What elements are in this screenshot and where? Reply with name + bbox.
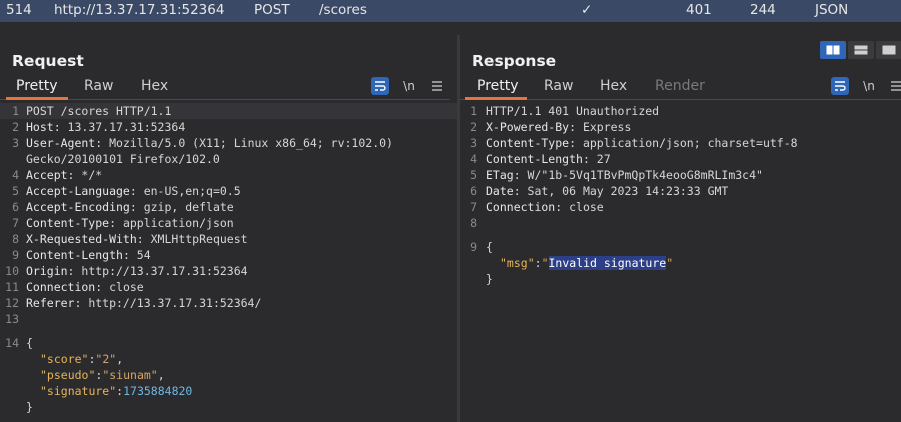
code-line: 8 X-Requested-With: XMLHttpRequest	[12, 232, 248, 246]
newline-toggle-button[interactable]: \n	[860, 77, 878, 95]
json-line: "pseudo":"siunam",	[40, 368, 165, 382]
request-pane: Request Pretty Raw Hex \n 1 POST /scores …	[0, 35, 457, 422]
response-title: Response	[472, 52, 557, 70]
single-pane-icon[interactable]	[876, 41, 901, 59]
code-line: 6 Date: Sat, 06 May 2023 14:23:33 GMT	[470, 184, 729, 198]
split-horizontal-icon[interactable]	[820, 41, 846, 59]
json-line: "msg":"Invalid signature"	[500, 256, 674, 270]
newline-toggle-button[interactable]: \n	[400, 77, 418, 95]
code-line: 3 User-Agent: Mozilla/5.0 (X11; Linux x86…	[12, 136, 393, 150]
code-line: 10 Origin: http://13.37.17.31:52364	[5, 264, 248, 278]
history-host: http://13.37.17.31:52364	[54, 2, 225, 18]
code-line: 13	[5, 312, 19, 326]
request-tab-raw[interactable]: Raw	[84, 78, 113, 94]
code-line: 1 HTTP/1.1 401 Unauthorized	[470, 104, 660, 118]
response-tab-pretty[interactable]: Pretty	[477, 78, 519, 94]
code-line: 4 Accept: */*	[12, 168, 103, 182]
code-line: 2 Host: 13.37.17.31:52364	[12, 120, 186, 134]
wrap-lines-icon[interactable]	[371, 77, 389, 95]
code-line: 5 ETag: W/"1b-5Vq1TBvPmQpTk4eooG8mRLIm3c4…	[470, 168, 763, 182]
history-id: 514	[6, 2, 32, 18]
code-line: 11 Connection: close	[5, 280, 144, 294]
request-active-tab-indicator	[6, 97, 68, 100]
code-line: 4 Content-Length: 27	[470, 152, 611, 166]
json-line: "score":"2",	[40, 352, 124, 366]
response-tab-render[interactable]: Render	[655, 78, 705, 94]
response-active-tab-indicator	[465, 97, 527, 100]
history-mime: JSON	[815, 2, 849, 18]
menu-icon[interactable]	[887, 77, 901, 95]
response-tab-hex[interactable]: Hex	[600, 78, 627, 94]
history-check: ✓	[581, 2, 593, 18]
code-line: 7 Content-Type: application/json	[12, 216, 234, 230]
panel-divider[interactable]	[0, 21, 901, 36]
code-line: 14{	[5, 336, 33, 350]
request-title: Request	[12, 52, 84, 70]
code-line: 9{	[470, 240, 493, 254]
selected-text[interactable]: Invalid signature	[548, 256, 667, 270]
menu-icon[interactable]	[428, 77, 446, 95]
code-line: 5 Accept-Language: en-US,en;q=0.5	[12, 184, 241, 198]
code-line: 3 Content-Type: application/json; charset…	[470, 136, 798, 150]
code-line: }	[486, 272, 493, 286]
history-method: POST	[254, 2, 290, 18]
code-line: 7 Connection: close	[470, 200, 604, 214]
wrap-lines-icon[interactable]	[831, 77, 849, 95]
code-line: }	[26, 400, 33, 414]
code-line: 2 X-Powered-By: Express	[470, 120, 632, 134]
split-vertical-icon[interactable]	[848, 41, 874, 59]
code-line: 12 Referer: http://13.37.17.31:52364/	[5, 296, 262, 310]
request-editor[interactable]: 1 POST /scores HTTP/1.1 2 Host: 13.37.17.3…	[0, 103, 457, 415]
code-line: Gecko/20100101 Firefox/102.0	[26, 152, 220, 166]
code-line: 9 Content-Length: 54	[12, 248, 151, 262]
request-tab-pretty[interactable]: Pretty	[16, 78, 58, 94]
code-line: 8	[470, 216, 477, 230]
code-line: 1 POST /scores HTTP/1.1	[0, 103, 457, 119]
json-line: "signature":1735884820	[40, 384, 193, 398]
layout-toggle-group	[820, 41, 901, 59]
response-editor[interactable]: 1 HTTP/1.1 401 Unauthorized 2 X-Powered-By…	[460, 103, 901, 287]
history-row-selected[interactable]: 514 http://13.37.17.31:52364 POST /score…	[0, 0, 901, 21]
history-path: /scores	[319, 2, 367, 18]
response-tab-raw[interactable]: Raw	[544, 78, 573, 94]
history-length: 244	[750, 2, 776, 18]
response-pane: Response Pretty Raw Hex Render \n 1 HTTP/…	[460, 35, 901, 422]
request-tab-hex[interactable]: Hex	[141, 78, 168, 94]
history-status: 401	[686, 2, 712, 18]
code-line: 6 Accept-Encoding: gzip, deflate	[12, 200, 234, 214]
